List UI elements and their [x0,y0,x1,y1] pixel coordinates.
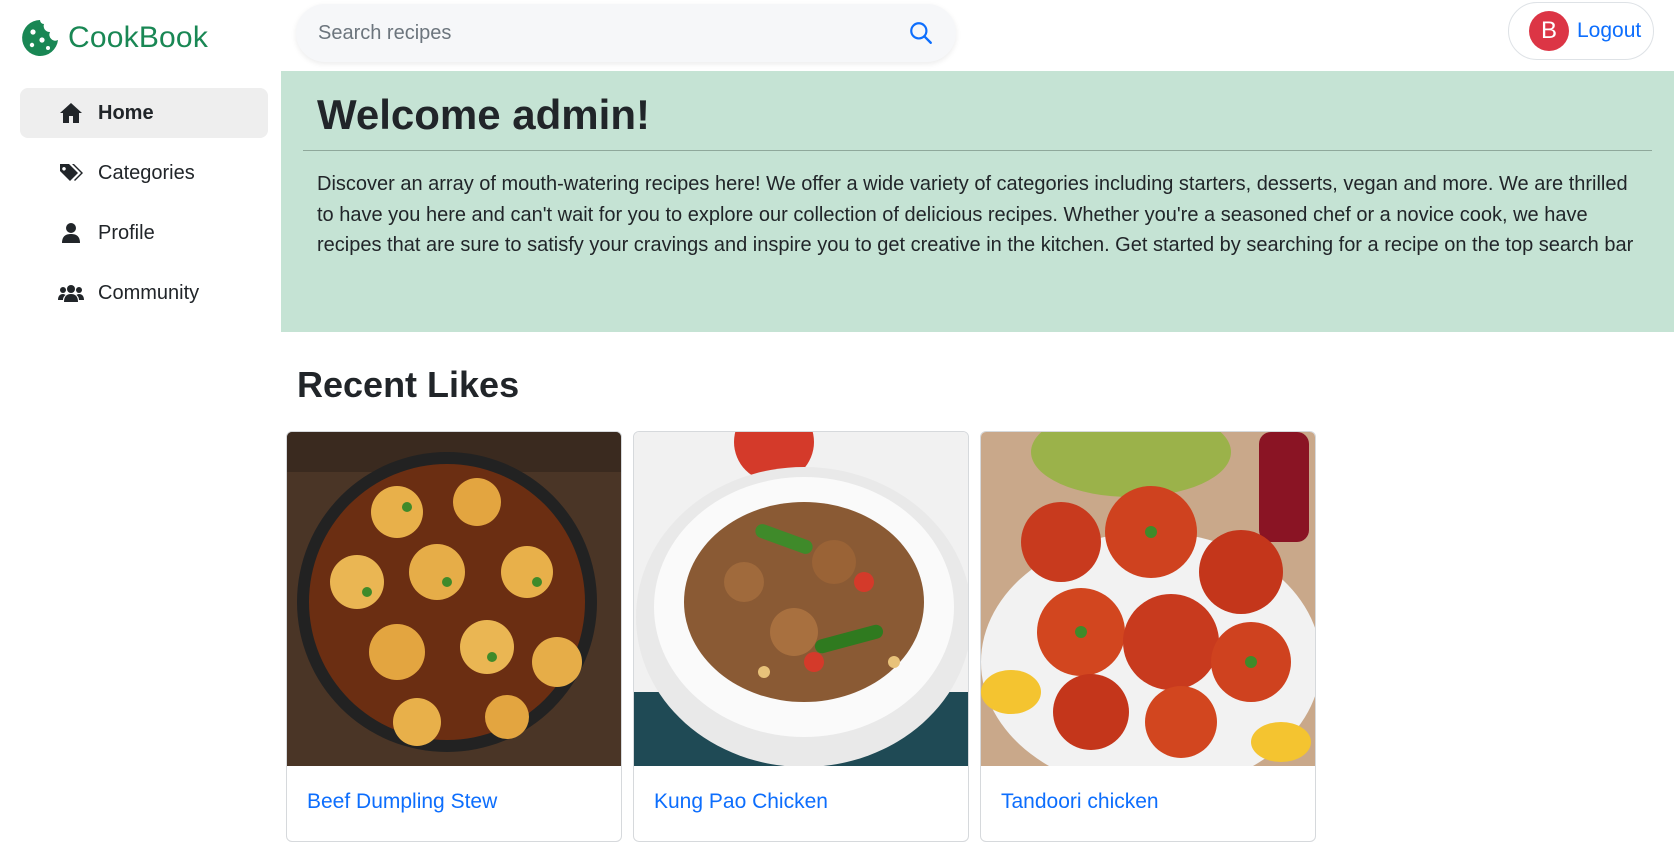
search-icon[interactable] [908,20,934,46]
recipe-image [981,432,1315,766]
brand[interactable]: CookBook [20,18,208,58]
user-icon [58,222,84,244]
page-title: Welcome admin! [317,91,650,138]
brand-name: CookBook [68,21,209,54]
home-icon [58,102,84,124]
search-input[interactable] [318,21,908,45]
logout-label: Logout [1577,19,1642,42]
logout-button[interactable]: B Logout [1508,2,1654,60]
recent-likes-list: Beef Dumpling Stew Kung Pao Chicken Tand… [286,431,1316,842]
recipe-title-link[interactable]: Kung Pao Chicken [634,766,968,838]
avatar: B [1529,11,1569,51]
sidebar-item-profile[interactable]: Profile [20,208,268,258]
sidebar-item-home[interactable]: Home [20,88,268,138]
sidebar-item-label: Community [98,281,200,304]
users-icon [58,282,84,304]
recipe-title-link[interactable]: Beef Dumpling Stew [287,766,621,838]
sidebar-item-label: Profile [98,221,155,244]
recipe-card[interactable]: Beef Dumpling Stew [286,431,622,842]
recipe-title-link[interactable]: Tandoori chicken [981,766,1315,838]
sidebar: Home Categories Profile Community [20,88,268,328]
recent-likes-title: Recent Likes [297,364,520,405]
recipe-card[interactable]: Tandoori chicken [980,431,1316,842]
sidebar-item-categories[interactable]: Categories [20,148,268,198]
sidebar-item-label: Home [98,101,154,124]
divider [303,150,1652,151]
sidebar-item-community[interactable]: Community [20,268,268,318]
recipe-image [287,432,621,766]
welcome-banner: Welcome admin! Discover an array of mout… [281,71,1674,332]
recipe-card[interactable]: Kung Pao Chicken [633,431,969,842]
search-bar [296,4,956,62]
recipe-image [634,432,968,766]
cookie-icon [22,20,58,56]
welcome-text: Discover an array of mouth-watering reci… [317,173,1634,256]
tags-icon [58,162,84,184]
sidebar-item-label: Categories [98,161,195,184]
